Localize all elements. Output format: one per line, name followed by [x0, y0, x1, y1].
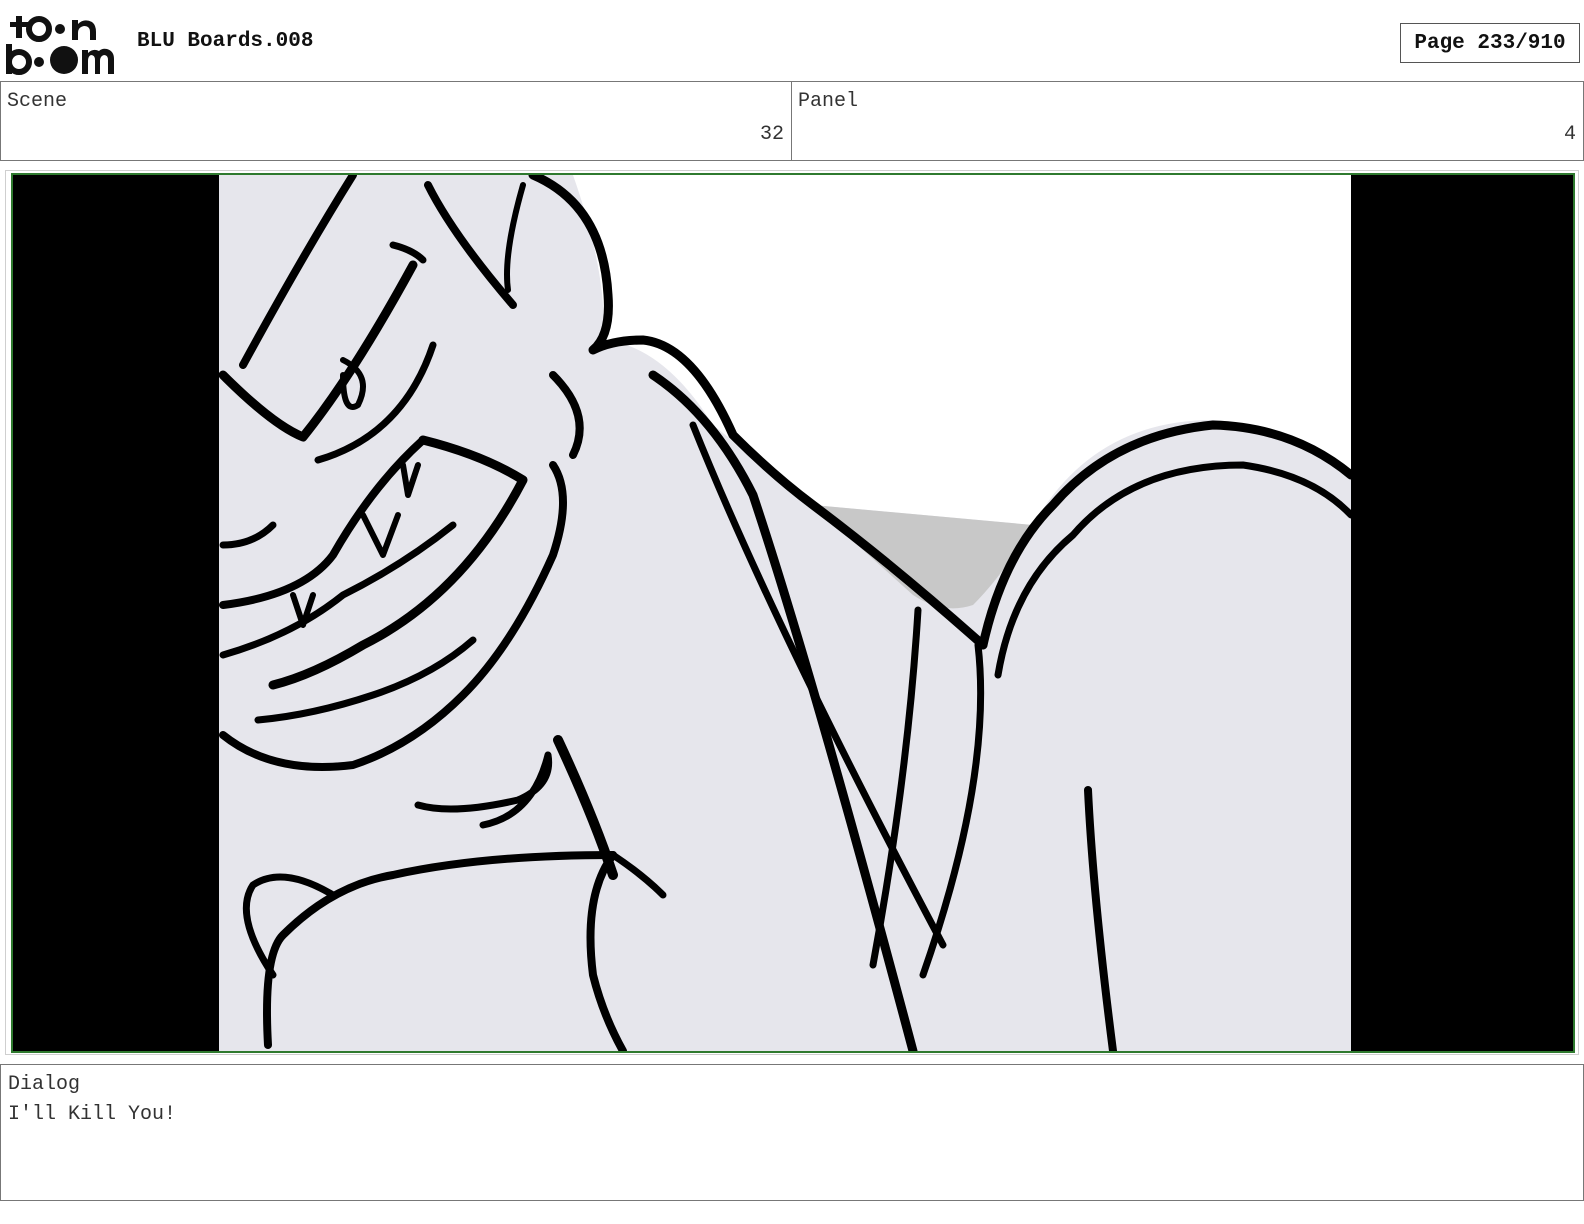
scene-label: Scene: [7, 90, 68, 113]
dialog-label: Dialog: [8, 1073, 81, 1096]
scene-cell: Scene 32: [0, 82, 792, 160]
panel-cell: Panel 4: [792, 82, 1584, 160]
dialog-text: I'll Kill You!: [8, 1103, 177, 1126]
panel-value: 4: [1563, 123, 1576, 146]
scene-value: 32: [759, 123, 784, 146]
page-number: Page 233/910: [1400, 23, 1580, 63]
scene-panel-row: Scene 32 Panel 4: [0, 81, 1584, 161]
panel-label: Panel: [798, 90, 859, 113]
storyboard-frame: [11, 173, 1575, 1053]
toonboom-logo: [4, 14, 116, 76]
storyboard-sketch: [13, 175, 1573, 1051]
dialog-box: Dialog I'll Kill You!: [0, 1064, 1584, 1201]
document-title: BLU Boards.008: [137, 30, 314, 53]
